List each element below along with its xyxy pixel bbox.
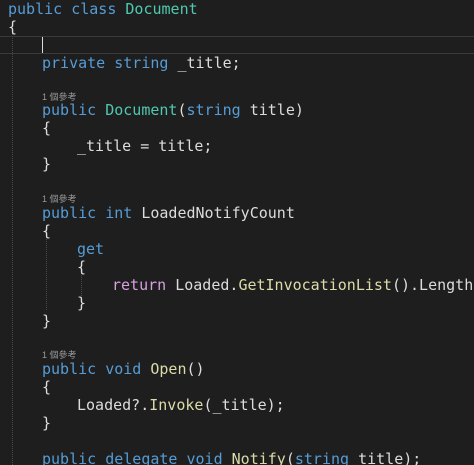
code-line-property-open-brace[interactable]: { [42, 222, 51, 240]
keyword-token: public [42, 450, 97, 465]
identifier-token: ().Length; [391, 276, 474, 294]
code-line-property-close-brace[interactable]: } [42, 312, 51, 330]
brace-token: { [77, 258, 87, 276]
identifier-token: title); [358, 450, 422, 465]
statement-token: _title = title; [77, 137, 213, 155]
method-name-token: Notify [231, 450, 286, 465]
codelens-references[interactable]: 1 個參考 [42, 350, 77, 360]
identifier-token: Loaded. [175, 276, 239, 294]
code-line-open-method-close-brace[interactable]: } [42, 414, 51, 432]
code-line-class-declaration[interactable]: public class Document [8, 0, 198, 18]
identifier-token: title) [249, 101, 304, 119]
keyword-token: class [71, 0, 117, 18]
code-editor[interactable]: public class Document { private string _… [0, 0, 474, 465]
code-line-property[interactable]: public int LoadedNotifyCount [42, 204, 295, 222]
current-line-highlight [0, 36, 474, 54]
keyword-token: public [42, 204, 97, 222]
keyword-token: string [294, 450, 350, 465]
brace-token: { [42, 119, 52, 137]
brace-token: { [8, 18, 18, 36]
codelens-references[interactable]: 1 個參考 [42, 194, 77, 204]
keyword-token: public [42, 360, 97, 378]
indent-guide [46, 228, 47, 310]
keyword-token: string [114, 54, 169, 72]
code-line-return[interactable]: return Loaded.GetInvocationList().Length… [112, 276, 474, 294]
keyword-token: private [42, 54, 106, 72]
identifier-token: (_title); [203, 396, 285, 414]
punctuation-token: () [186, 360, 205, 378]
identifier-token: LoadedNotifyCount [141, 204, 295, 222]
code-line-constructor-open-brace[interactable]: { [42, 119, 51, 137]
class-name-token: Document [105, 101, 178, 119]
control-keyword-token: return [112, 276, 167, 294]
code-line-getter-open-brace[interactable]: { [77, 258, 86, 276]
method-name-token: Open [150, 360, 187, 378]
method-name-token: GetInvocationList [238, 276, 392, 294]
code-line-invoke[interactable]: Loaded?.Invoke(_title); [77, 396, 285, 414]
brace-token: { [42, 378, 52, 396]
brace-token: } [42, 312, 52, 330]
code-line-open-method-open-brace[interactable]: { [42, 378, 51, 396]
code-line-delegate[interactable]: public delegate void Notify(string title… [42, 450, 421, 465]
punctuation-token: ( [177, 101, 187, 119]
code-line-getter-close-brace[interactable]: } [77, 294, 86, 312]
keyword-token: void [105, 360, 142, 378]
brace-token: } [42, 155, 52, 173]
keyword-token: get [77, 240, 105, 258]
identifier-token: Loaded?. [77, 396, 150, 414]
class-name-token: Document [125, 0, 198, 18]
code-line-field[interactable]: private string _title; [42, 54, 241, 72]
keyword-token: public [42, 101, 97, 119]
brace-token: } [42, 414, 52, 432]
brace-token: { [42, 222, 52, 240]
keyword-token: void [186, 450, 223, 465]
code-line-constructor-close-brace[interactable]: } [42, 155, 51, 173]
method-name-token: Invoke [149, 396, 204, 414]
code-line-constructor-body[interactable]: _title = title; [77, 137, 212, 155]
keyword-token: delegate [105, 450, 178, 465]
identifier-token: _title; [177, 54, 241, 72]
code-line-getter[interactable]: get [77, 240, 104, 258]
indent-guide [12, 30, 13, 465]
code-line-constructor[interactable]: public Document(string title) [42, 101, 304, 119]
code-line-open-method[interactable]: public void Open() [42, 360, 205, 378]
code-line-class-open-brace[interactable]: { [8, 18, 17, 36]
keyword-token: public [8, 0, 63, 18]
punctuation-token: ( [285, 450, 295, 465]
text-caret [42, 37, 43, 53]
brace-token: } [77, 294, 87, 312]
keyword-token: string [186, 101, 241, 119]
keyword-token: int [105, 204, 133, 222]
